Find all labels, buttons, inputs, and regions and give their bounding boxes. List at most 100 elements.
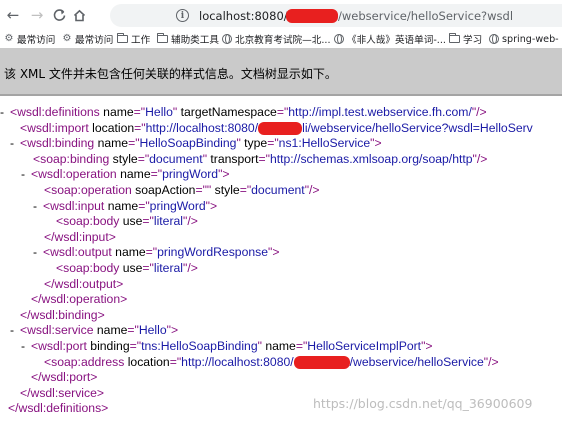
xml-tag: /wsdl:input [51, 229, 109, 244]
collapse-toggle[interactable]: - [10, 323, 20, 339]
collapse-toggle[interactable]: - [33, 199, 43, 215]
bookmark-label: 学习 [463, 35, 483, 46]
bookmarks-bar: ⚙ 最常访问 ⚙ 最常访问 工作 辅助类工具 北京教育考试院—北... 《非人哉… [0, 30, 562, 49]
xml-tag: wsdl:definitions [17, 105, 100, 119]
bookmark-label: 《非人哉》英语单词-... [347, 35, 446, 46]
xml-line-soap-address: <soap:address location="http://localhost… [44, 354, 499, 369]
home-icon [73, 9, 85, 21]
bookmark-most-visited-2[interactable]: ⚙ 最常访问 [62, 32, 114, 47]
xml-attr-value: Hello [145, 105, 173, 119]
settings-gear-icon: ⚙ [4, 33, 14, 44]
globe-icon [222, 34, 232, 44]
xml-line-input-close: </wsdl:input> [44, 229, 116, 244]
xml-attr-value: document [251, 183, 305, 197]
collapse-toggle[interactable]: - [21, 339, 31, 355]
bookmark-label: 最常访问 [75, 35, 114, 46]
xml-line-soap-body: <soap:body use="literal"/> [56, 261, 198, 275]
xml-line-port: - <wsdl:port binding="tns:HelloSoapBindin… [21, 339, 433, 355]
xml-tag: wsdl:input [50, 198, 105, 213]
url-redacted-segment: li [286, 8, 339, 23]
xml-attr-name: name [96, 323, 128, 338]
xml-attr-name: style [214, 183, 240, 197]
xml-attr-name: soapAction [135, 183, 196, 197]
xml-attr-value: HelloServiceImplPort [307, 339, 422, 353]
xml-attr-value: /webservice/helloService?wsdl=HelloServ [307, 120, 533, 135]
bookmark-english-words[interactable]: 《非人哉》英语单词-... [334, 32, 446, 46]
bookmark-label: 最常访问 [17, 35, 56, 46]
xml-attr-value: literal [153, 261, 183, 275]
xml-attr-value: http://localhost:8080/ [145, 120, 259, 135]
xml-line-binding: - <wsdl:binding name="HelloSoapBinding" t… [10, 136, 382, 152]
arrow-left-icon: ← [6, 6, 20, 24]
home-button[interactable] [68, 4, 90, 26]
xml-tag: /wsdl:output [51, 276, 117, 291]
forward-button[interactable]: → [26, 4, 48, 26]
banner-text: 该 XML 文件并未包含任何关联的样式信息。文档树显示如下。 [4, 67, 337, 81]
xml-attr-name: name [115, 245, 146, 260]
xml-attr-name: transport [210, 151, 259, 166]
xml-tag: soap:binding [40, 151, 110, 166]
xml-attr-value: ns1:HelloService [278, 136, 371, 151]
bookmark-folder-work[interactable]: 工作 [117, 32, 150, 46]
folder-icon [117, 33, 128, 43]
bookmark-folder-tools[interactable]: 辅助类工具 [157, 32, 219, 46]
xml-attr-value: http://localhost:8080/ [181, 354, 294, 369]
xml-attr-value: http://impl.test.webservice.fh.com/ [288, 105, 472, 119]
xml-tag: wsdl:output [50, 245, 112, 260]
redaction-mark [258, 121, 303, 135]
back-button[interactable]: ← [2, 4, 24, 26]
xml-line-output-close: </wsdl:output> [44, 276, 124, 291]
xml-attr-name: targetNamespace [180, 105, 277, 119]
globe-icon [489, 34, 499, 44]
xml-attr-value: literal [153, 214, 183, 229]
bookmark-beijing-exam[interactable]: 北京教育考试院—北... [222, 32, 331, 46]
xml-line-import: <wsdl:import location="http://localhost:… [20, 120, 533, 137]
xml-line-soap-operation: <soap:operation soapAction="" style="doc… [44, 183, 320, 197]
collapse-toggle[interactable]: - [21, 167, 31, 183]
reload-button[interactable] [48, 4, 70, 26]
bookmark-label: 工作 [131, 35, 151, 46]
xml-attr-value: http://schemas.xmlsoap.org/soap/http [269, 151, 473, 166]
settings-gear-icon: ⚙ [62, 33, 72, 44]
xml-line-operation-close: </wsdl:operation> [31, 292, 128, 307]
xml-attr-value: document [149, 151, 203, 166]
folder-icon [449, 33, 460, 43]
xml-info-banner: 该 XML 文件并未包含任何关联的样式信息。文档树显示如下。 [0, 48, 562, 96]
address-bar[interactable]: i localhost:8080/li/webservice/helloServ… [110, 4, 562, 27]
watermark: https://blog.csdn.net/qq_36900609 [313, 396, 533, 411]
xml-tag: soap:operation [51, 183, 132, 197]
bookmark-most-visited-1[interactable]: ⚙ 最常访问 [4, 32, 56, 47]
info-icon[interactable]: i [176, 9, 189, 22]
xml-attr-name: name [103, 105, 134, 119]
collapse-toggle[interactable]: - [10, 136, 20, 152]
bookmark-spring-web[interactable]: spring-web- [489, 32, 559, 46]
collapse-toggle[interactable]: - [0, 105, 10, 121]
url-host: localhost:8080/ [199, 8, 288, 23]
xml-tag: wsdl:service [27, 323, 94, 338]
xml-tag: soap:body [63, 214, 120, 229]
xml-line-binding-close: </wsdl:binding> [20, 307, 105, 322]
browser-toolbar: ← → i localhost:8080/li/webservice/hello… [0, 0, 562, 30]
xml-line-output: - <wsdl:output name="pringWordResponse"> [33, 245, 280, 261]
xml-tag: /wsdl:definitions [15, 401, 102, 416]
xml-line-port-close: </wsdl:port> [31, 370, 98, 385]
redaction-mark [293, 355, 350, 369]
xml-attr-name: name [97, 136, 129, 151]
bookmark-folder-study[interactable]: 学习 [449, 32, 482, 46]
bookmark-label: spring-web- [502, 33, 559, 45]
xml-tag: soap:address [51, 354, 125, 369]
xml-attr-name: location [92, 120, 135, 135]
xml-attr-value: tns:HelloSoapBinding [141, 339, 258, 353]
bookmark-label: 辅助类工具 [171, 35, 219, 46]
xml-line-operation: - <wsdl:operation name="pringWord"> [21, 167, 230, 183]
xml-attr-value: pringWordResponse [157, 245, 269, 260]
xml-attr-value: HelloSoapBinding [139, 136, 237, 151]
collapse-toggle[interactable]: - [33, 245, 43, 261]
xml-tag: /wsdl:port [38, 370, 91, 385]
arrow-right-icon: → [30, 6, 44, 24]
xml-line-soap-body: <soap:body use="literal"/> [56, 214, 198, 229]
redaction-mark [286, 8, 339, 23]
import-redacted-segment [258, 121, 303, 137]
xml-attr-name: style [112, 151, 138, 166]
xml-tag: /wsdl:service [27, 385, 97, 400]
